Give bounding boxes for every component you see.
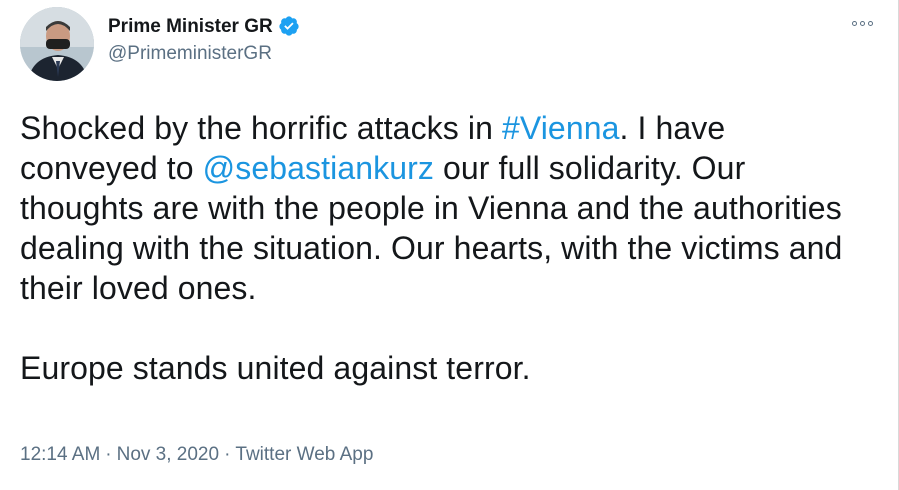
timestamp-time[interactable]: 12:14 AM <box>20 444 100 465</box>
hashtag-link[interactable]: #Vienna <box>502 110 620 146</box>
author-block: Prime Minister GR @PrimeministerGR <box>108 14 300 63</box>
more-dot <box>868 21 873 26</box>
source-app-link[interactable]: Twitter Web App <box>235 444 373 465</box>
more-dot <box>852 21 857 26</box>
meta-separator: · <box>224 444 231 465</box>
tweet-meta: 12:14 AM · Nov 3, 2020 · Twitter Web App <box>20 444 373 466</box>
text-segment: Shocked by the horrific attacks in <box>20 110 502 146</box>
display-name[interactable]: Prime Minister GR <box>108 17 273 36</box>
tweet-text: Shocked by the horrific attacks in #Vien… <box>20 108 870 388</box>
avatar[interactable] <box>20 7 94 81</box>
profile-photo-icon <box>20 7 94 81</box>
more-options-icon[interactable] <box>852 21 873 26</box>
meta-separator: · <box>105 444 112 465</box>
tweet-card: Prime Minister GR @PrimeministerGR Shock… <box>0 0 899 490</box>
timestamp-date[interactable]: Nov 3, 2020 <box>117 444 219 465</box>
mention-link[interactable]: @sebastiankurz <box>203 150 434 186</box>
more-dot <box>860 21 865 26</box>
handle[interactable]: @PrimeministerGR <box>108 44 300 63</box>
name-row: Prime Minister GR <box>108 14 300 38</box>
tweet-paragraph-2: Europe stands united against terror. <box>20 350 531 386</box>
tweet-paragraph-1: Shocked by the horrific attacks in #Vien… <box>20 108 870 308</box>
verified-badge-icon <box>278 15 300 37</box>
